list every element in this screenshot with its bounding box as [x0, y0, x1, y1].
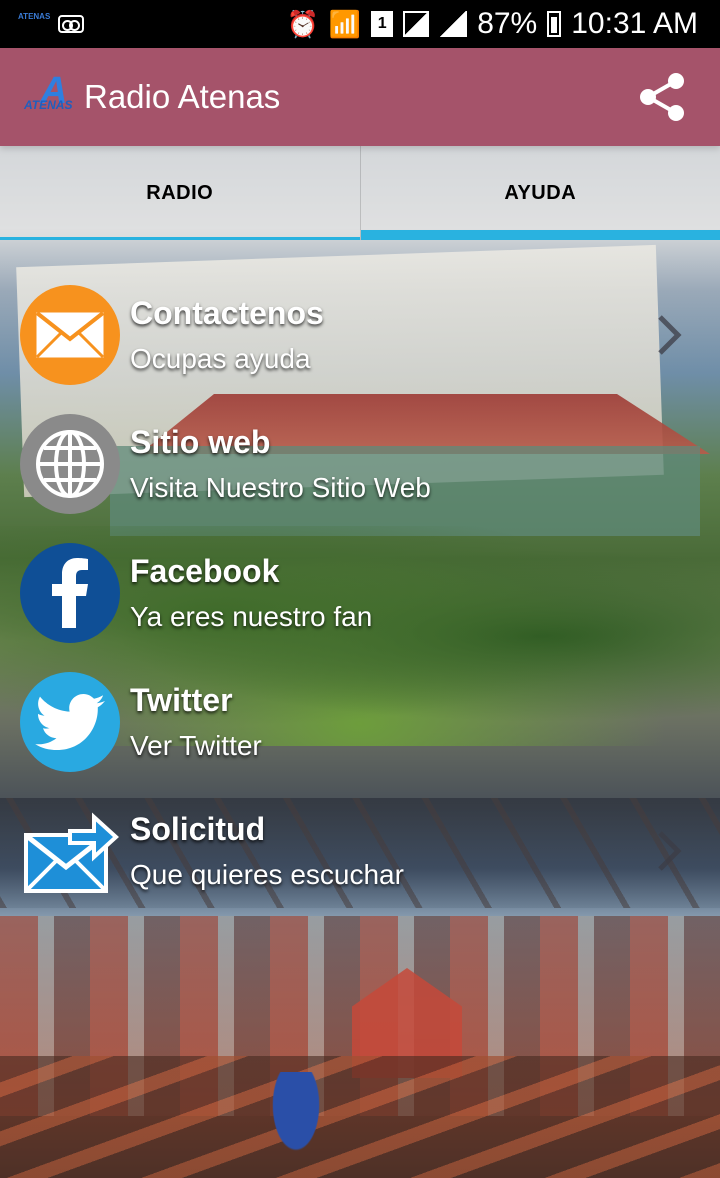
player-graphic: [256, 1072, 336, 1178]
menu-item-title: Facebook: [130, 552, 280, 589]
tab-ayuda-indicator: [360, 230, 720, 240]
envelope-icon: [20, 284, 120, 385]
voicemail-icon: [58, 15, 84, 33]
clock: 10:31 AM: [571, 7, 698, 40]
tab-ayuda[interactable]: AYUDA: [360, 146, 720, 240]
twitter-icon: [20, 671, 120, 772]
facebook-icon-wrap: [20, 542, 120, 643]
envelope-icon-wrap: [20, 284, 120, 385]
sim-slot-icon: 1: [371, 11, 394, 37]
globe-icon-wrap: [20, 413, 120, 514]
send-mail-icon: [24, 811, 119, 893]
menu-item-title: Contactenos: [130, 294, 324, 331]
menu-item-sitio-web[interactable]: Sitio web Visita Nuestro Sitio Web: [0, 399, 720, 528]
menu-item-facebook[interactable]: Facebook Ya eres nuestro fan: [0, 528, 720, 657]
app-notification-icon: ATENAS: [18, 12, 51, 21]
chevron-right-icon: [658, 830, 682, 871]
menu-item-solicitud[interactable]: Solicitud Que quieres escuchar: [0, 786, 720, 915]
menu-item-subtitle: Visita Nuestro Sitio Web: [130, 471, 431, 503]
tab-ayuda-label: AYUDA: [504, 181, 577, 204]
logo-word: ATENAS: [24, 98, 73, 112]
menu-item-title: Sitio web: [130, 423, 271, 460]
menu-item-contactenos[interactable]: Contactenos Ocupas ayuda: [0, 270, 720, 399]
alarm-icon: ⏰: [286, 9, 319, 39]
send-mail-icon-wrap: [20, 801, 120, 901]
help-menu-list: Contactenos Ocupas ayuda Sitio web Visit: [0, 270, 720, 915]
twitter-icon-wrap: [20, 671, 120, 772]
app-bar: A ATENAS Radio Atenas: [0, 48, 720, 146]
menu-item-subtitle: Ocupas ayuda: [130, 342, 311, 374]
tab-radio[interactable]: RADIO: [0, 146, 361, 240]
signal-sim1-icon: [403, 11, 430, 37]
tab-bar: RADIO AYUDA: [0, 146, 720, 240]
chevron-right-icon: [658, 314, 682, 355]
gym-roof-graphic: [0, 1056, 720, 1178]
battery-percent: 87%: [477, 7, 538, 40]
tab-radio-label: RADIO: [146, 181, 214, 204]
status-bar: ATENAS ⏰ 📶 1 87% 10:31 AM: [0, 0, 720, 48]
share-icon[interactable]: [638, 72, 686, 122]
app-logo: A ATENAS: [24, 70, 74, 122]
menu-item-title: Solicitud: [130, 810, 266, 847]
globe-icon: [20, 413, 120, 514]
menu-item-twitter[interactable]: Twitter Ver Twitter: [0, 657, 720, 786]
battery-icon: [547, 11, 562, 37]
wifi-icon: 📶: [328, 9, 362, 39]
signal-bars-icon: [439, 11, 468, 37]
menu-item-subtitle: Que quieres escuchar: [130, 858, 404, 890]
menu-item-subtitle: Ya eres nuestro fan: [130, 600, 373, 632]
menu-item-subtitle: Ver Twitter: [130, 729, 262, 761]
facebook-icon: [20, 542, 120, 643]
app-title: Radio Atenas: [84, 78, 281, 115]
menu-item-title: Twitter: [130, 681, 233, 718]
tab-radio-indicator: [0, 237, 360, 240]
